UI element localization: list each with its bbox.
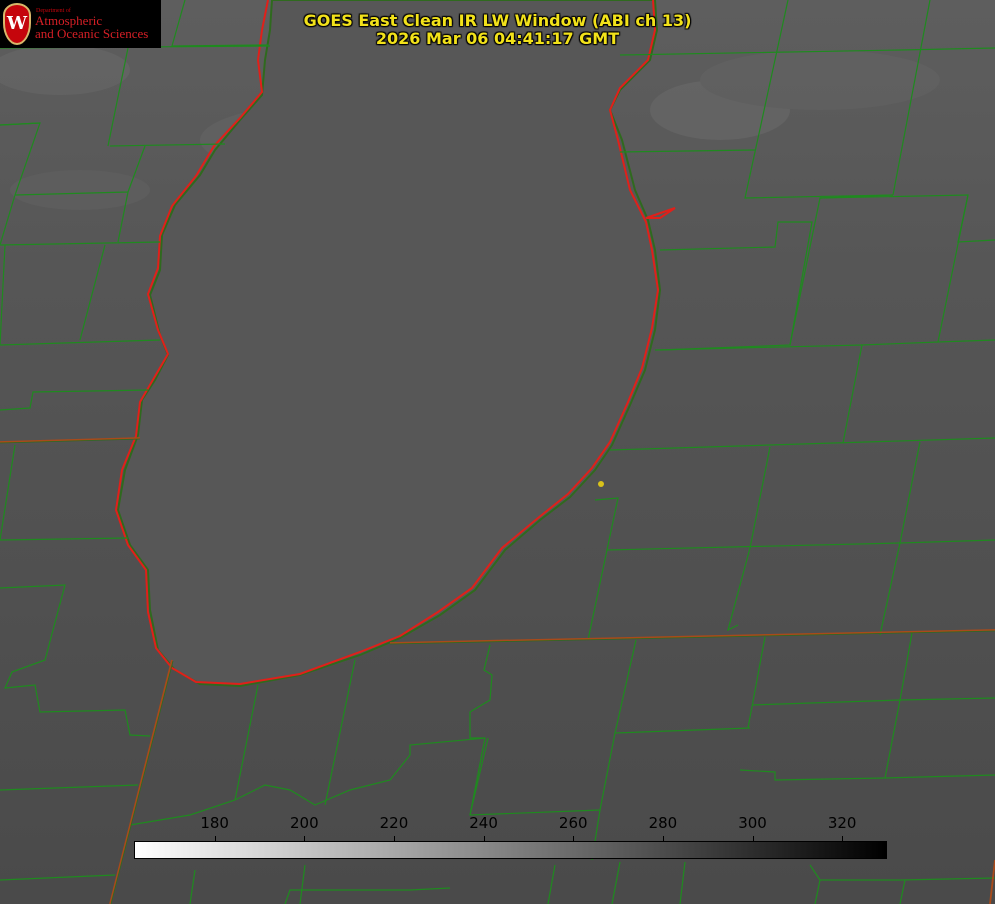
colorbar-tick-mark: [304, 836, 306, 841]
colorbar-tick-label: 260: [558, 814, 588, 832]
colorbar-tick-label: 300: [738, 814, 767, 832]
image-timestamp: 2026 Mar 06 04:41:17 GMT: [375, 29, 620, 48]
colorbar-tick-mark: [393, 836, 395, 841]
colorbar: [134, 841, 887, 859]
satellite-map[interactable]: [0, 0, 995, 904]
colorbar-tick-mark: [214, 836, 216, 841]
colorbar-tick-mark: [752, 836, 754, 841]
colorbar-tick-label: 220: [379, 814, 409, 832]
colorbar-tick-mark: [842, 836, 844, 841]
colorbar-tick-mark: [573, 836, 575, 841]
colorbar-tick-mark: [483, 836, 485, 841]
colorbar-tick-label: 280: [648, 814, 678, 832]
colorbar-tick-label: 240: [469, 814, 498, 832]
location-marker: [598, 481, 604, 487]
colorbar-tick-label: 320: [827, 814, 857, 832]
image-title: GOES East Clean IR LW Window (ABI ch 13): [303, 11, 692, 30]
colorbar-tick-label: 200: [289, 814, 319, 832]
colorbar-tick-label: 180: [200, 814, 229, 832]
colorbar-tick-mark: [662, 836, 664, 841]
